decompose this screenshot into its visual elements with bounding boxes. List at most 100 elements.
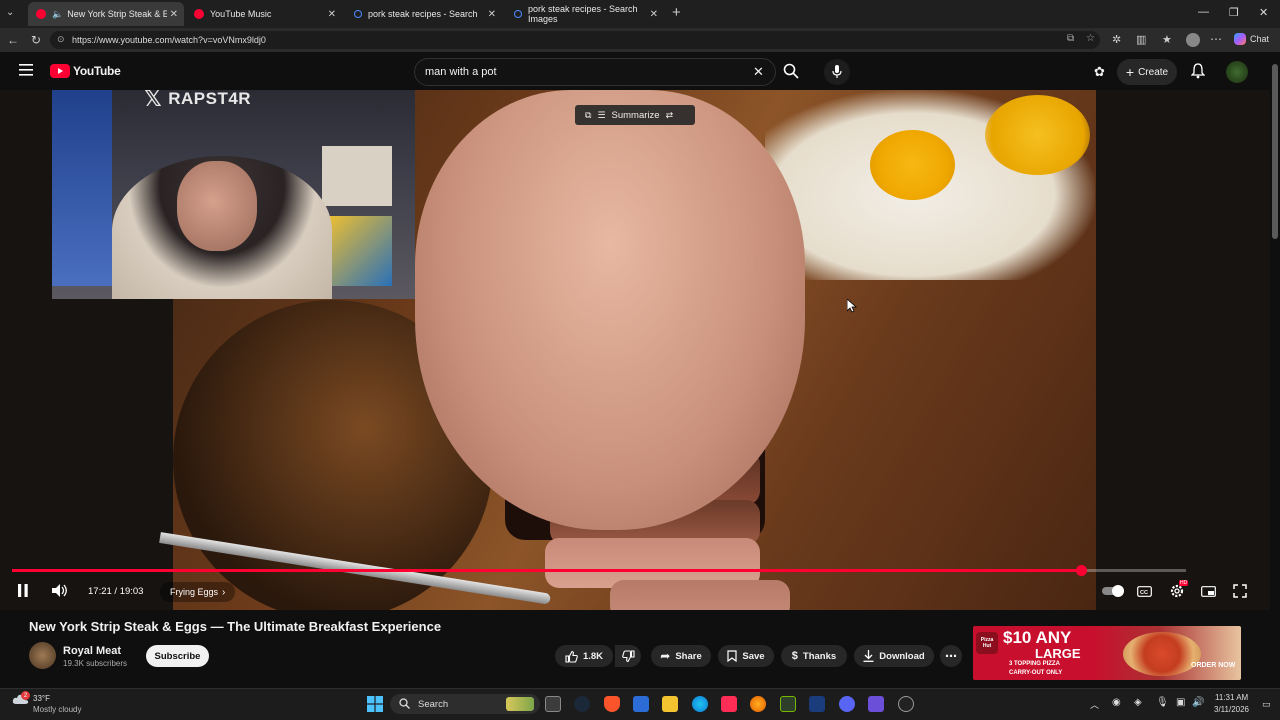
- favorite-star-icon[interactable]: ☆: [1086, 33, 1095, 44]
- volume-button[interactable]: [52, 584, 68, 597]
- speaker-tray-icon[interactable]: 🔊: [1192, 697, 1204, 708]
- clear-search-icon[interactable]: ✕: [753, 64, 764, 80]
- page-scrollbar[interactable]: [1270, 52, 1280, 688]
- picture-in-picture-icon[interactable]: ⧉: [585, 110, 591, 121]
- settings-button[interactable]: HD: [1169, 580, 1189, 599]
- voice-search-button[interactable]: [824, 59, 850, 85]
- like-button[interactable]: 1.8K: [555, 645, 613, 667]
- browser-tab-search-images[interactable]: pork steak recipes - Search Images ✕: [506, 2, 664, 26]
- download-button[interactable]: Download: [854, 645, 934, 667]
- speaker-icon[interactable]: 🔈: [52, 9, 63, 20]
- pause-button[interactable]: [17, 584, 29, 597]
- youtube-search-input[interactable]: man with a pot ✕: [414, 58, 776, 86]
- summarize-button[interactable]: ⧉ ☰ Summarize ⇄: [575, 105, 695, 125]
- subscribe-button[interactable]: Subscribe: [146, 645, 209, 667]
- new-tab-plus-icon[interactable]: +: [672, 4, 681, 21]
- video-frame-hand: [415, 90, 805, 530]
- firefox-icon[interactable]: [750, 696, 766, 712]
- notifications-bell-icon[interactable]: [1191, 63, 1205, 79]
- url-text: https://www.youtube.com/watch?v=voVNmx9l…: [72, 35, 266, 45]
- translate-icon[interactable]: ⇄: [666, 110, 674, 121]
- back-arrow-icon[interactable]: ←: [7, 33, 19, 47]
- close-tab-icon[interactable]: ✕: [328, 9, 336, 20]
- subtitles-button[interactable]: CC: [1137, 586, 1152, 597]
- more-menu-icon[interactable]: ⋯: [1210, 32, 1222, 46]
- like-count: 1.8K: [582, 650, 604, 662]
- miniplayer-button[interactable]: [1201, 586, 1216, 597]
- thanks-button[interactable]: $ Thanks: [781, 645, 847, 667]
- window-close-icon[interactable]: ✕: [1259, 6, 1268, 19]
- refresh-icon[interactable]: ↻: [31, 33, 41, 47]
- windows-start-icon[interactable]: [367, 696, 383, 712]
- premium-extension-icon[interactable]: ✿: [1094, 64, 1105, 80]
- browser-tab-youtube-music[interactable]: YouTube Music ✕: [186, 2, 342, 26]
- office-app-icon[interactable]: [633, 696, 649, 712]
- taskbar-search-field[interactable]: Search: [390, 694, 540, 714]
- url-field[interactable]: ⊙ https://www.youtube.com/watch?v=voVNmx…: [50, 31, 1100, 49]
- autoplay-toggle[interactable]: [1102, 585, 1124, 597]
- steam-tray-icon[interactable]: ◉: [1112, 697, 1121, 708]
- scrollbar-thumb[interactable]: [1272, 64, 1278, 239]
- edge-browser-icon[interactable]: [692, 696, 708, 712]
- ad-cta[interactable]: ORDER NOW: [1191, 662, 1235, 669]
- taskbar-search-icon: [399, 698, 410, 709]
- chapter-button[interactable]: Frying Eggs ›: [160, 582, 236, 602]
- youtube-logo[interactable]: YouTube: [50, 64, 121, 78]
- close-tab-icon[interactable]: ✕: [488, 9, 496, 20]
- clock-time[interactable]: 11:31 AM: [1215, 693, 1248, 702]
- grid-app-icon[interactable]: [868, 696, 884, 712]
- steam-icon[interactable]: [574, 696, 590, 712]
- tab-list-chevron-icon[interactable]: ⌄: [6, 7, 14, 18]
- brave-icon[interactable]: [604, 696, 620, 712]
- close-tab-icon[interactable]: ✕: [650, 9, 658, 20]
- app-available-icon[interactable]: ⧉: [1067, 33, 1074, 44]
- obs-icon[interactable]: [809, 696, 825, 712]
- file-explorer-icon[interactable]: [662, 696, 678, 712]
- more-actions-icon[interactable]: ⋯: [940, 645, 962, 667]
- browser-tab-steak[interactable]: 🔈 New York Strip Steak & Eggs ✕: [28, 2, 184, 26]
- discord-icon[interactable]: [839, 696, 855, 712]
- chat-label: Chat: [1250, 34, 1270, 44]
- copilot-chat-button[interactable]: Chat: [1234, 33, 1269, 45]
- channel-avatar[interactable]: [29, 642, 56, 669]
- close-tab-icon[interactable]: ✕: [170, 9, 178, 20]
- mouse-cursor-icon: [847, 299, 857, 313]
- share-button[interactable]: ➦ Share: [651, 645, 711, 667]
- search-button[interactable]: [783, 63, 799, 79]
- video-player[interactable]: 𝕏 RAPST4R ⧉ ☰ Summarize ⇄ 17:21 / 19:03 …: [0, 90, 1270, 610]
- hamburger-menu-icon[interactable]: [19, 64, 33, 76]
- account-avatar[interactable]: [1226, 61, 1248, 83]
- network-icon[interactable]: ▣: [1176, 697, 1185, 708]
- favorites-icon[interactable]: ★: [1162, 33, 1172, 46]
- create-button[interactable]: + Create: [1117, 59, 1177, 85]
- split-screen-icon[interactable]: ▥: [1136, 33, 1146, 46]
- restore-icon[interactable]: ❐: [1229, 6, 1239, 19]
- tab-title: YouTube Music: [210, 9, 272, 19]
- nvidia-icon[interactable]: [780, 696, 796, 712]
- app-icon[interactable]: [898, 696, 914, 712]
- pizza-ad-banner[interactable]: Pizza Hut $10 ANY LARGE 3 TOPPING PIZZA …: [973, 626, 1241, 680]
- ad-subline-2: CARRY-OUT ONLY: [1009, 670, 1063, 676]
- tab-title: pork steak recipes - Search: [368, 9, 478, 19]
- pause-icon: [18, 584, 28, 597]
- clock-date[interactable]: 3/11/2026: [1214, 705, 1249, 714]
- microphone-tray-icon[interactable]: 🎙: [1156, 697, 1169, 708]
- task-view-icon[interactable]: [545, 696, 561, 712]
- browser-tab-search[interactable]: pork steak recipes - Search ✕: [346, 2, 502, 26]
- extensions-icon[interactable]: ✲: [1112, 33, 1121, 46]
- progress-bar-played[interactable]: [12, 569, 1082, 572]
- davinci-app-icon[interactable]: [721, 696, 737, 712]
- thumbs-up-icon: [565, 650, 578, 663]
- site-info-icon[interactable]: ⊙: [57, 34, 65, 45]
- weather-widget[interactable]: 2: [12, 691, 30, 709]
- channel-name[interactable]: Royal Meat: [63, 645, 121, 657]
- dislike-button[interactable]: [615, 645, 641, 667]
- fullscreen-button[interactable]: [1233, 584, 1247, 598]
- notification-center-icon[interactable]: ▭: [1262, 699, 1271, 710]
- profile-avatar-icon[interactable]: [1186, 33, 1200, 47]
- weather-temp: 33°F: [33, 694, 50, 703]
- save-button[interactable]: Save: [718, 645, 774, 667]
- minimize-icon[interactable]: —: [1198, 6, 1209, 18]
- show-hidden-icons-chevron[interactable]: ︿: [1090, 698, 1099, 711]
- tray-app-icon[interactable]: ◈: [1134, 697, 1142, 708]
